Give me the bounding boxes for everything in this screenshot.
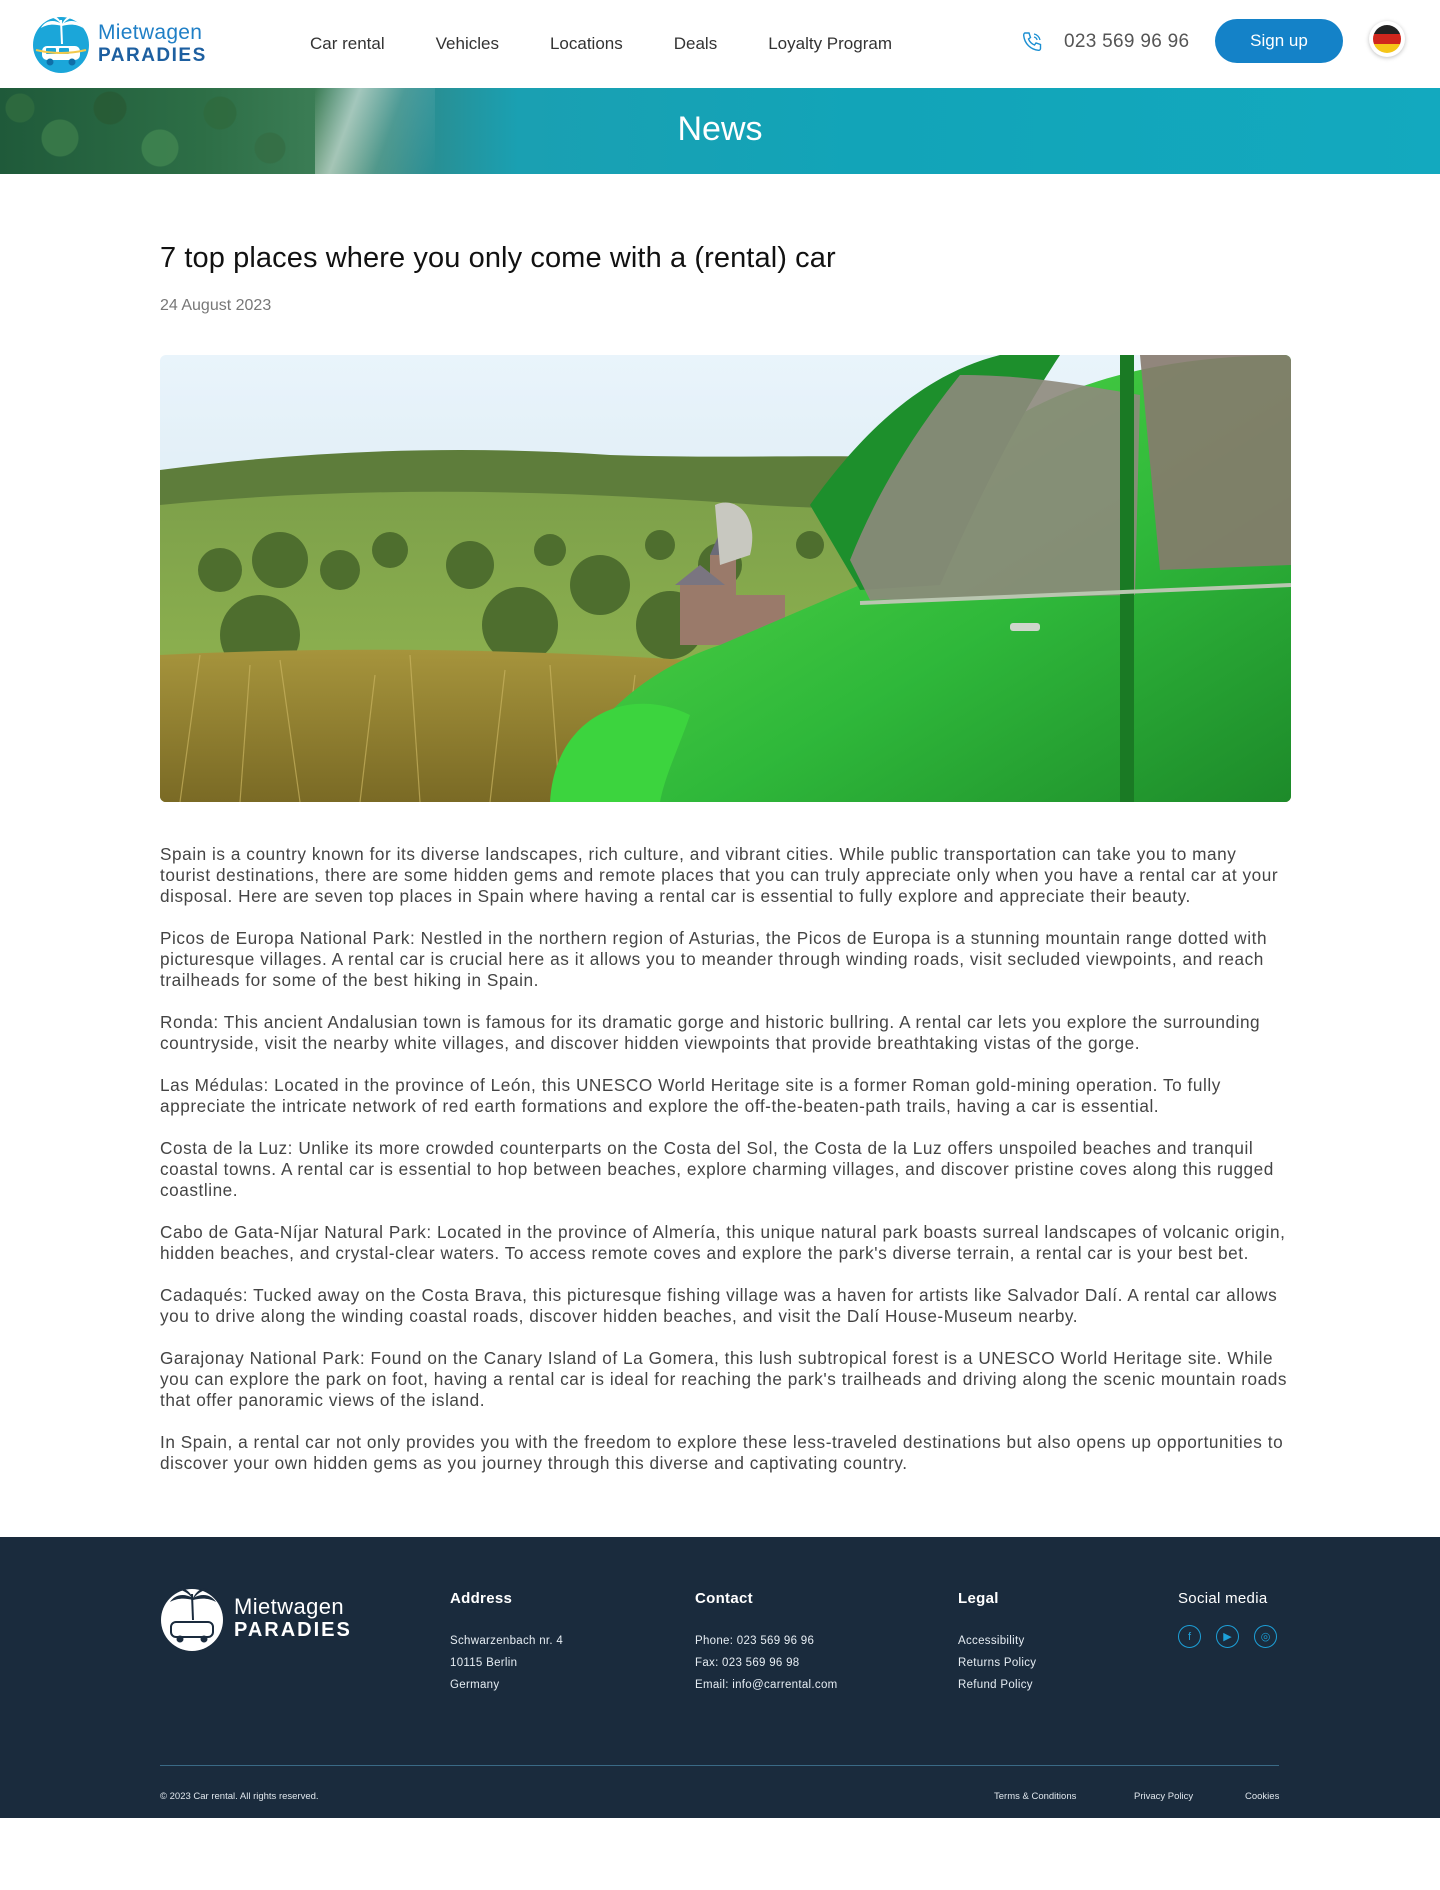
phone-icon <box>1022 32 1042 52</box>
site-header: Mietwagen PARADIES Car rental Vehicles L… <box>0 0 1440 88</box>
footer-divider <box>160 1765 1279 1766</box>
legal-link-returns-policy[interactable]: Returns Policy <box>958 1652 1036 1674</box>
nav-loyalty-program[interactable]: Loyalty Program <box>768 34 892 54</box>
phone-number: 023 569 96 96 <box>1064 31 1190 52</box>
site-logo[interactable]: Mietwagen PARADIES <box>32 12 207 74</box>
contact-fax: Fax: 023 569 96 98 <box>695 1657 800 1669</box>
footer-legal: Legal Accessibility Returns Policy Refun… <box>958 1590 1036 1696</box>
article-body: Spain is a country known for its diverse… <box>160 844 1291 1474</box>
nav-vehicles[interactable]: Vehicles <box>436 34 499 54</box>
article-date: 24 August 2023 <box>160 297 272 314</box>
cookies-link[interactable]: Cookies <box>1245 1791 1279 1802</box>
banner-title: News <box>677 110 763 148</box>
legal-link-accessibility[interactable]: Accessibility <box>958 1630 1036 1652</box>
youtube-icon[interactable]: ▶ <box>1216 1625 1239 1648</box>
contact-email[interactable]: Email: info@carrental.com <box>695 1674 838 1696</box>
language-selector[interactable] <box>1369 21 1405 57</box>
article-title: 7 top places where you only come with a … <box>160 242 836 274</box>
article-paragraph: Las Médulas: Located in the province of … <box>160 1075 1221 1116</box>
copyright: © 2023 Car rental. All rights reserved. <box>160 1791 319 1802</box>
address-line: Germany <box>450 1679 500 1691</box>
article-paragraph: Cabo de Gata-Níjar Natural Park: Located… <box>160 1222 1286 1263</box>
main-nav: Car rental Vehicles Locations Deals Loya… <box>310 34 943 54</box>
nav-car-rental[interactable]: Car rental <box>310 34 385 54</box>
footer-social-heading: Social media <box>1178 1590 1268 1607</box>
footer-logo[interactable]: Mietwagen PARADIES <box>160 1584 352 1652</box>
nav-deals[interactable]: Deals <box>674 34 717 54</box>
footer-social: Social media f ▶ ◎ <box>1178 1590 1277 1648</box>
address-line: 10115 Berlin <box>450 1657 518 1669</box>
footer-logo-line2: PARADIES <box>234 1619 352 1641</box>
footer-logo-line1: Mietwagen <box>234 1594 344 1619</box>
site-footer: Mietwagen PARADIES Address Schwarzenbach… <box>0 1537 1440 1818</box>
footer-legal-heading: Legal <box>958 1590 999 1607</box>
address-line: Schwarzenbach nr. 4 <box>450 1635 564 1647</box>
facebook-icon[interactable]: f <box>1178 1625 1201 1648</box>
header-phone[interactable]: 023 569 96 96 <box>1020 30 1189 54</box>
article-paragraph: Costa de la Luz: Unlike its more crowded… <box>160 1138 1274 1200</box>
article-paragraph: In Spain, a rental car not only provides… <box>160 1432 1284 1473</box>
article: 7 top places where you only come with a … <box>0 242 1440 1474</box>
article-paragraph: Ronda: This ancient Andalusian town is f… <box>160 1012 1261 1053</box>
palm-car-logo-icon <box>161 1588 223 1651</box>
footer-contact-heading: Contact <box>695 1590 753 1607</box>
footer-address: Address Schwarzenbach nr. 4 10115 Berlin… <box>450 1590 563 1696</box>
article-paragraph: Picos de Europa National Park: Nestled i… <box>160 928 1268 990</box>
nav-locations[interactable]: Locations <box>550 34 623 54</box>
logo-line1: Mietwagen <box>98 20 203 44</box>
logo-line2: PARADIES <box>98 44 207 66</box>
palm-car-logo-icon <box>33 15 89 73</box>
article-paragraph: Cadaqués: Tucked away on the Costa Brava… <box>160 1285 1278 1326</box>
article-hero-image <box>160 355 1291 802</box>
instagram-icon[interactable]: ◎ <box>1254 1625 1277 1648</box>
article-paragraph: Spain is a country known for its diverse… <box>160 844 1279 906</box>
contact-phone[interactable]: Phone: 023 569 96 96 <box>695 1630 838 1652</box>
signup-button[interactable]: Sign up <box>1215 19 1343 63</box>
legal-link-refund-policy[interactable]: Refund Policy <box>958 1674 1036 1696</box>
footer-address-heading: Address <box>450 1590 513 1607</box>
privacy-link[interactable]: Privacy Policy <box>1134 1791 1193 1802</box>
footer-contact: Contact Phone: 023 569 96 96 Fax: 023 56… <box>695 1590 838 1696</box>
article-paragraph: Garajonay National Park: Found on the Ca… <box>160 1348 1288 1410</box>
german-flag-icon <box>1373 25 1401 53</box>
terms-link[interactable]: Terms & Conditions <box>994 1791 1076 1802</box>
page-banner: News <box>0 88 1440 174</box>
